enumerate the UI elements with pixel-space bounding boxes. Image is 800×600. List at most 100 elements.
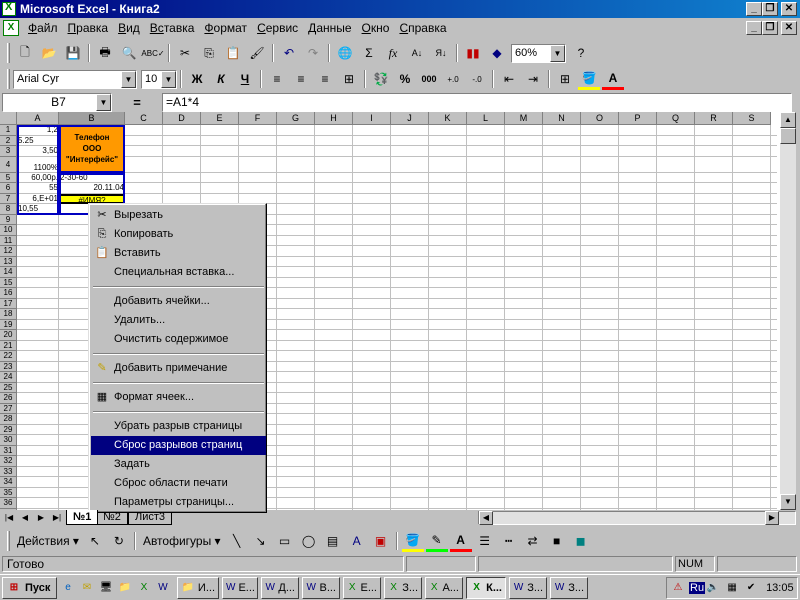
outlook-icon[interactable]: ✉ — [79, 580, 95, 596]
task-button-9[interactable]: W З... — [509, 576, 547, 599]
workbook-icon[interactable]: X — [3, 20, 19, 36]
name-box[interactable]: B7 ▼ — [2, 92, 112, 112]
task-button-3[interactable]: W Д... — [261, 576, 299, 599]
fill-color-icon[interactable]: 🪣 — [578, 68, 600, 90]
column-header-p[interactable]: P — [619, 112, 657, 125]
network-icon[interactable]: ⚠ — [670, 580, 686, 596]
ctx-clear-print-area[interactable]: Сброс области печати — [91, 474, 266, 493]
row-header-8[interactable]: 8 — [0, 204, 17, 215]
spelling-icon[interactable]: ABC✓ — [141, 42, 164, 64]
ctx-delete[interactable]: Удалить... — [91, 311, 266, 330]
next-sheet-icon[interactable]: ▶ — [34, 511, 48, 525]
row-header-32[interactable]: 32 — [0, 456, 17, 467]
row-header-34[interactable]: 34 — [0, 477, 17, 488]
row-header-22[interactable]: 22 — [0, 351, 17, 362]
select-objects-icon[interactable]: ↖ — [84, 530, 106, 552]
chart-wizard-icon[interactable]: ▮▮ — [462, 42, 484, 64]
cell-b5[interactable]: 2-30-60 — [59, 173, 125, 184]
ctx-paste[interactable]: 📋 Вставить — [91, 244, 266, 263]
row-header-35[interactable]: 35 — [0, 487, 17, 498]
drawing-icon[interactable]: ◆ — [486, 42, 508, 64]
paste-icon[interactable]: 📋 — [222, 42, 244, 64]
menu-format[interactable]: Формат — [199, 21, 252, 35]
ie-icon[interactable]: e — [60, 580, 76, 596]
menu-insert[interactable]: Вставка — [145, 21, 200, 35]
decrease-indent-icon[interactable]: ⇤ — [498, 68, 520, 90]
align-center-icon[interactable]: ≡ — [290, 68, 312, 90]
rectangle-icon[interactable]: ▭ — [274, 530, 296, 552]
chevron-down-icon[interactable]: ▼ — [550, 44, 565, 62]
row-header-17[interactable]: 17 — [0, 298, 17, 309]
chevron-down-icon[interactable]: ▼ — [121, 70, 136, 88]
open-icon[interactable]: 📂 — [38, 42, 60, 64]
menu-tools[interactable]: Сервис — [252, 21, 303, 35]
column-header-s[interactable]: S — [733, 112, 771, 125]
row-header-29[interactable]: 29 — [0, 424, 17, 435]
currency-icon[interactable]: 💱 — [370, 68, 392, 90]
minimize-button[interactable]: _ — [746, 2, 762, 16]
menu-view[interactable]: Вид — [113, 21, 145, 35]
bold-button[interactable]: Ж — [186, 68, 208, 90]
column-header-d[interactable]: D — [163, 112, 201, 125]
row-header-33[interactable]: 33 — [0, 466, 17, 477]
menu-data[interactable]: Данные — [303, 21, 356, 35]
ctx-reset-page-breaks[interactable]: Сброс разрывов страниц — [91, 436, 266, 455]
task-button-6[interactable]: X З... — [384, 576, 422, 599]
folder-icon[interactable]: 📁 — [117, 580, 133, 596]
ctx-insert-cells[interactable]: Добавить ячейки... — [91, 292, 266, 311]
row-header-36[interactable]: 36 — [0, 498, 17, 509]
task-button-7[interactable]: X А... — [425, 576, 463, 599]
cell-a3[interactable]: 3,50 — [17, 146, 59, 157]
line-icon[interactable]: ╲ — [226, 530, 248, 552]
increase-decimal-icon[interactable]: +.0 — [442, 68, 464, 90]
cell-a5[interactable]: 60,00р. — [17, 173, 59, 184]
scroll-right-icon[interactable]: ▶ — [765, 511, 779, 525]
column-header-c[interactable]: C — [125, 112, 163, 125]
zoom-select[interactable]: 60% ▼ — [511, 43, 566, 63]
row-header-9[interactable]: 9 — [0, 214, 17, 225]
column-header-e[interactable]: E — [201, 112, 239, 125]
oval-icon[interactable]: ◯ — [298, 530, 320, 552]
formula-input[interactable]: =A1*4 — [162, 92, 792, 112]
font-color-icon[interactable]: A — [449, 530, 472, 552]
row-header-14[interactable]: 14 — [0, 267, 17, 278]
menu-edit[interactable]: Правка — [63, 21, 114, 35]
row-header-20[interactable]: 20 — [0, 330, 17, 341]
row-header-19[interactable]: 19 — [0, 319, 17, 330]
chevron-down-icon[interactable]: ▼ — [96, 93, 111, 111]
task-button-1[interactable]: 📁 И... — [177, 576, 219, 599]
cell-a6[interactable]: 55 — [17, 183, 59, 194]
column-header-j[interactable]: J — [391, 112, 429, 125]
format-painter-icon[interactable]: 🖌 — [246, 42, 268, 64]
font-size-select[interactable]: 10 ▼ — [141, 69, 177, 89]
redo-icon[interactable]: ↷ — [302, 42, 324, 64]
row-header-3[interactable]: 3 — [0, 146, 17, 157]
underline-button[interactable]: Ч — [234, 68, 256, 90]
ctx-set-print-area[interactable]: Задать — [91, 455, 266, 474]
shadow-icon[interactable]: ■ — [546, 530, 568, 552]
row-header-24[interactable]: 24 — [0, 372, 17, 383]
line-style-icon[interactable]: ☰ — [474, 530, 496, 552]
row-header-21[interactable]: 21 — [0, 340, 17, 351]
row-header-13[interactable]: 13 — [0, 256, 17, 267]
scheduler-icon[interactable]: ▦ — [724, 580, 740, 596]
cell-a8[interactable]: 10,55 — [17, 204, 59, 215]
percent-button[interactable]: % — [394, 68, 416, 90]
task-button-4[interactable]: W В... — [302, 576, 340, 599]
function-icon[interactable]: fx — [382, 42, 404, 64]
fill-color-icon[interactable]: 🪣 — [401, 530, 424, 552]
ctx-format-cells[interactable]: ▦ Формат ячеек... — [91, 388, 266, 407]
align-right-icon[interactable]: ≡ — [314, 68, 336, 90]
row-header-1[interactable]: 1 — [0, 125, 17, 136]
scroll-left-icon[interactable]: ◀ — [479, 511, 493, 525]
task-button-8-active[interactable]: X К... — [466, 576, 506, 599]
first-sheet-icon[interactable]: |◀ — [2, 511, 16, 525]
scroll-down-icon[interactable]: ▼ — [780, 494, 796, 510]
menu-window[interactable]: Окно — [357, 21, 395, 35]
save-icon[interactable]: 💾 — [62, 42, 84, 64]
desktop-icon[interactable]: 🖥 — [98, 580, 114, 596]
arrow-style-icon[interactable]: ⇄ — [522, 530, 544, 552]
ctx-paste-special[interactable]: Специальная вставка... — [91, 263, 266, 282]
column-header-n[interactable]: N — [543, 112, 581, 125]
column-header-a[interactable]: A — [17, 112, 59, 125]
